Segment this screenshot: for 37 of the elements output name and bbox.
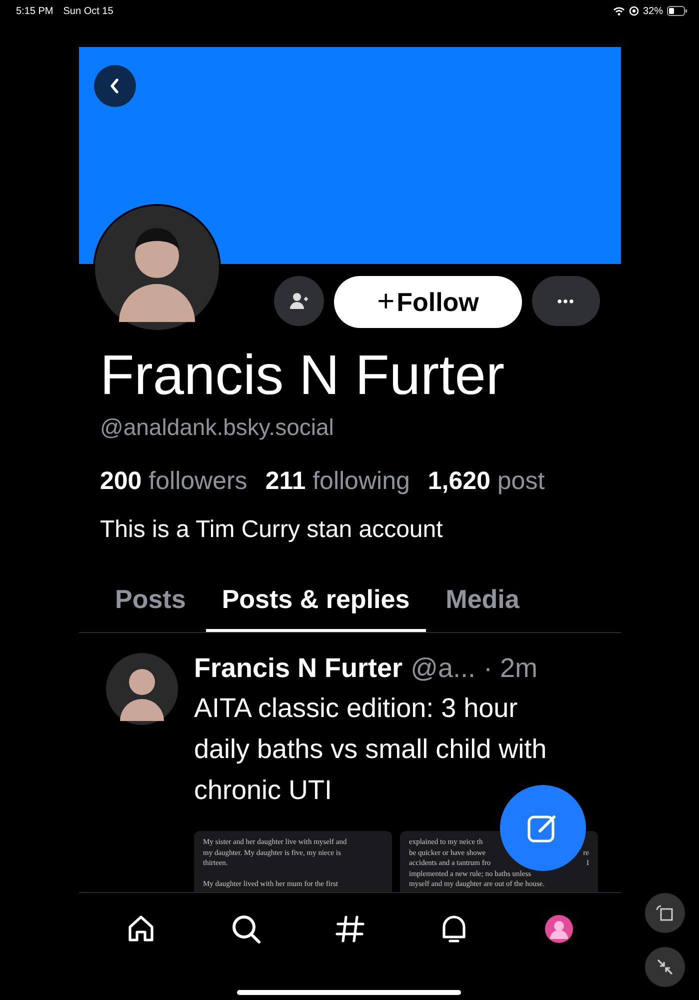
profile-name: Francis N Furter bbox=[100, 342, 506, 408]
post-handle: @a... bbox=[410, 653, 476, 684]
post-avatar[interactable] bbox=[106, 653, 178, 725]
hashtag-icon[interactable] bbox=[334, 913, 366, 945]
rotate-icon bbox=[655, 903, 675, 923]
add-to-list-button[interactable] bbox=[274, 276, 324, 326]
post-time: · 2m bbox=[484, 653, 538, 684]
stat-link[interactable]: 200 followers bbox=[100, 467, 248, 496]
post-author[interactable]: Francis N Furter bbox=[194, 653, 403, 684]
stat-link[interactable]: 211 following bbox=[265, 467, 410, 496]
person-silhouette-icon bbox=[95, 206, 219, 330]
back-button[interactable] bbox=[94, 65, 136, 107]
profile-tab[interactable]: Posts & replies bbox=[206, 574, 426, 632]
collapse-icon bbox=[655, 957, 675, 977]
post-text: AITA classic edition: 3 hour daily baths vs small child with chronic UTI bbox=[194, 692, 548, 807]
wifi-icon bbox=[612, 6, 625, 16]
status-date: Sun Oct 15 bbox=[63, 6, 114, 16]
more-button[interactable]: ••• bbox=[532, 276, 600, 326]
profile-bio: This is a Tim Curry stan account bbox=[100, 516, 444, 544]
battery-percent: 32% bbox=[642, 6, 663, 16]
shrink-button[interactable] bbox=[645, 947, 685, 987]
person-silhouette-icon bbox=[106, 653, 178, 725]
search-icon[interactable] bbox=[230, 913, 262, 945]
rotate-button[interactable] bbox=[645, 893, 685, 933]
plus-icon: + bbox=[377, 285, 395, 319]
follow-button[interactable]: +Follow bbox=[334, 276, 522, 328]
stat-link[interactable]: 1,620 post bbox=[428, 467, 545, 496]
profile-avatar-icon[interactable] bbox=[542, 913, 575, 945]
orientation-lock-icon bbox=[628, 6, 639, 16]
person-add-icon bbox=[289, 292, 309, 310]
battery-icon bbox=[667, 6, 687, 16]
status-time: 5:15 PM bbox=[16, 6, 54, 16]
profile-handle: @analdank.bsky.social bbox=[100, 414, 335, 441]
chevron-left-icon bbox=[109, 78, 121, 94]
profile-tab[interactable]: Posts bbox=[99, 574, 202, 632]
profile-tab[interactable]: Media bbox=[430, 574, 536, 632]
profile-avatar[interactable] bbox=[93, 204, 221, 332]
